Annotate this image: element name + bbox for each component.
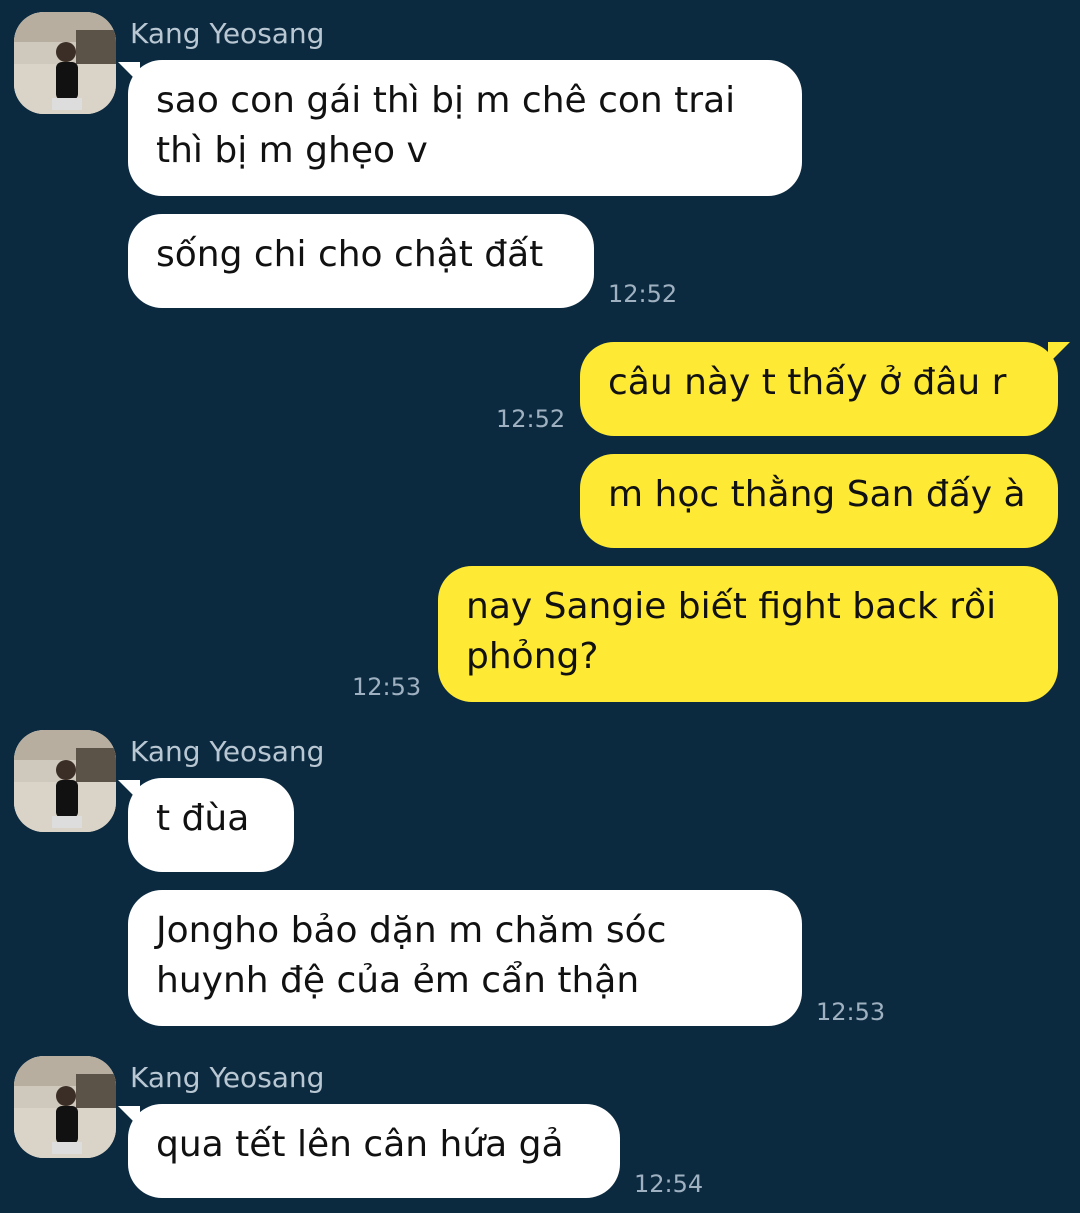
message-bubble-incoming[interactable]: qua tết lên cân hứa gả [128,1104,620,1198]
sender-name: Kang Yeosang [130,17,325,50]
message-bubble-outgoing[interactable]: câu này t thấy ở đâu r [580,342,1058,436]
sender-name: Kang Yeosang [130,735,325,768]
bubble-tail [1048,342,1070,364]
message-timestamp: 12:53 [816,998,886,1026]
message-timestamp: 12:52 [496,405,566,433]
message-bubble-outgoing[interactable]: m học thằng San đấy à [580,454,1058,548]
message-timestamp: 12:54 [634,1170,704,1198]
message-bubble-incoming[interactable]: sống chi cho chật đất [128,214,594,308]
contact-avatar[interactable] [14,730,116,832]
contact-avatar[interactable] [14,12,116,114]
message-bubble-outgoing[interactable]: nay Sangie biết fight back rồi phỏng? [438,566,1058,702]
message-bubble-incoming[interactable]: Jongho bảo dặn m chăm sóc huynh đệ của ẻ… [128,890,802,1026]
message-bubble-incoming[interactable]: sao con gái thì bị m chê con trai thì bị… [128,60,802,196]
chat-thread: Kang Yeosang sao con gái thì bị m chê co… [0,0,1080,1213]
message-timestamp: 12:52 [608,280,678,308]
message-timestamp: 12:53 [352,673,422,701]
sender-name: Kang Yeosang [130,1061,325,1094]
contact-avatar[interactable] [14,1056,116,1158]
message-bubble-incoming[interactable]: t đùa [128,778,294,872]
